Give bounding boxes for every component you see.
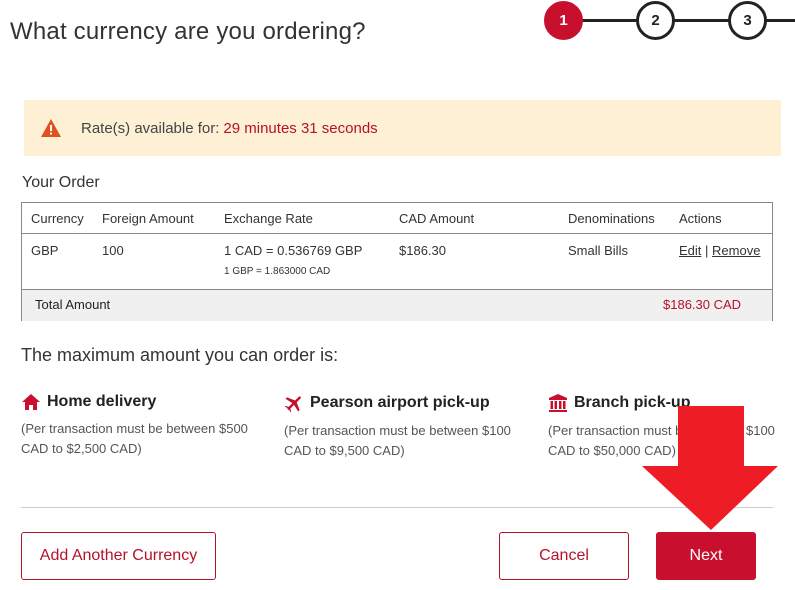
total-value: $186.30 CAD <box>663 297 742 312</box>
order-section-label: Your Order <box>22 174 100 191</box>
annotation-arrow-icon <box>642 406 778 530</box>
maximum-amount-label: The maximum amount you can order is: <box>21 345 339 365</box>
step-3: 3 <box>728 1 767 40</box>
step-2: 2 <box>636 1 675 40</box>
warning-icon <box>41 119 61 137</box>
add-another-currency-button[interactable]: Add Another Currency <box>21 532 216 580</box>
column-header-exchange-rate: Exchange Rate <box>224 211 313 226</box>
option-home-delivery: Home delivery (Per transaction must be b… <box>21 393 271 459</box>
option-home-delivery-line2: CAD to $2,500 CAD) <box>21 441 142 456</box>
option-home-delivery-heading: Home delivery <box>21 393 271 411</box>
row-foreign-amount: 100 <box>102 243 124 258</box>
option-home-delivery-line1: (Per transaction must be between $500 <box>21 421 248 436</box>
option-home-delivery-title: Home delivery <box>47 393 157 410</box>
option-airport-pickup: Pearson airport pick-up (Per transaction… <box>284 393 534 461</box>
stepper-connector <box>581 19 641 22</box>
home-icon <box>22 394 40 410</box>
next-button[interactable]: Next <box>656 532 756 580</box>
row-exchange-rate-inverse: 1 GBP = 1.863000 CAD <box>224 266 331 277</box>
option-airport-pickup-line1: (Per transaction must be between $100 <box>284 423 511 438</box>
row-exchange-rate: 1 CAD = 0.536769 GBP <box>224 243 363 258</box>
table-header-row: Currency Foreign Amount Exchange Rate CA… <box>22 203 772 234</box>
stepper-connector <box>673 19 733 22</box>
option-airport-pickup-title: Pearson airport pick-up <box>310 394 490 411</box>
edit-link[interactable]: Edit <box>679 243 701 258</box>
cancel-button[interactable]: Cancel <box>499 532 629 580</box>
page-title: What currency are you ordering? <box>10 18 366 45</box>
column-header-foreign-amount: Foreign Amount <box>102 211 194 226</box>
alert-countdown: 29 minutes 31 seconds <box>223 119 378 137</box>
order-table: Currency Foreign Amount Exchange Rate CA… <box>21 202 773 321</box>
total-label: Total Amount <box>35 297 111 312</box>
row-denominations: Small Bills <box>568 243 628 258</box>
step-1: 1 <box>544 1 583 40</box>
column-header-currency: Currency <box>31 211 84 226</box>
row-currency: GBP <box>31 243 59 258</box>
airplane-icon <box>284 396 301 413</box>
row-actions: Edit | Remove <box>679 243 760 258</box>
bank-icon <box>549 394 567 412</box>
column-header-cad-amount: CAD Amount <box>399 211 475 226</box>
column-header-denominations: Denominations <box>568 211 655 226</box>
option-home-delivery-description: (Per transaction must be between $500 CA… <box>21 419 271 459</box>
alert-label: Rate(s) available for: <box>81 119 220 137</box>
remove-link[interactable]: Remove <box>712 243 760 258</box>
stepper-connector <box>765 19 795 22</box>
total-row: Total Amount $186.30 CAD <box>22 289 772 321</box>
option-airport-pickup-description: (Per transaction must be between $100 CA… <box>284 421 534 461</box>
column-header-actions: Actions <box>679 211 722 226</box>
table-row: GBP 100 1 CAD = 0.536769 GBP 1 GBP = 1.8… <box>22 234 772 289</box>
rate-availability-alert: Rate(s) available for: 29 minutes 31 seco… <box>24 100 781 156</box>
progress-stepper: 1 2 3 <box>543 0 795 42</box>
option-airport-pickup-heading: Pearson airport pick-up <box>284 393 534 413</box>
action-separator: | <box>705 243 709 258</box>
alert-message: Rate(s) available for: 29 minutes 31 seco… <box>81 120 378 137</box>
row-cad-amount: $186.30 <box>399 243 446 258</box>
option-airport-pickup-line2: CAD to $9,500 CAD) <box>284 443 405 458</box>
